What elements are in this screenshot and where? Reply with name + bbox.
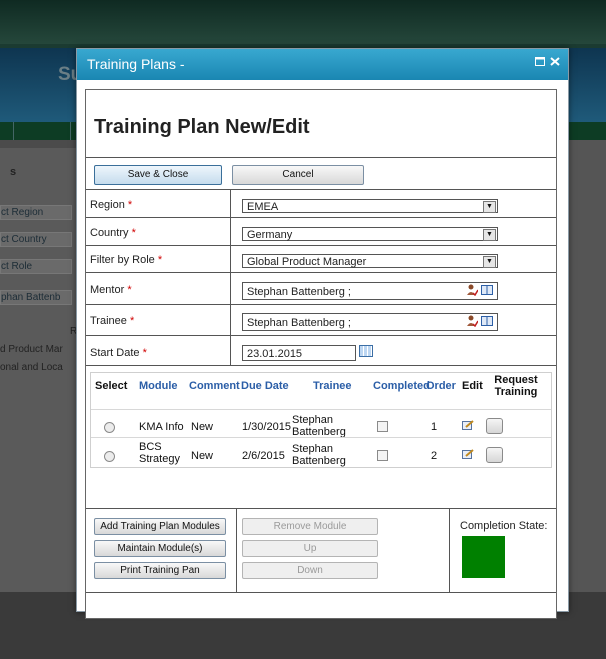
column-header-completed[interactable]: Completed xyxy=(373,380,430,392)
close-icon[interactable] xyxy=(550,57,560,66)
add-training-plan-modules-button[interactable]: Add Training Plan Modules xyxy=(94,518,226,535)
country-select[interactable]: Germany ▼ xyxy=(242,227,498,241)
mentor-label: Mentor * xyxy=(90,284,132,296)
move-up-button[interactable]: Up xyxy=(242,540,378,557)
region-label: Region * xyxy=(90,199,133,211)
maximize-icon[interactable] xyxy=(535,57,545,66)
background-nav-divider xyxy=(13,122,14,140)
row-order: 1 xyxy=(431,421,438,433)
divider xyxy=(86,157,556,158)
actions-divider xyxy=(236,508,237,592)
save-close-button[interactable]: Save & Close xyxy=(94,165,222,185)
divider xyxy=(86,592,556,593)
calendar-icon[interactable] xyxy=(359,345,373,357)
person-check-icon[interactable] xyxy=(466,284,481,299)
mentor-field[interactable]: Stephan Battenberg ; xyxy=(242,282,498,300)
dialog-title: Training Plans - xyxy=(87,56,185,72)
region-select[interactable]: EMEA ▼ xyxy=(242,199,498,213)
page-title: Training Plan New/Edit xyxy=(94,116,310,138)
address-book-icon[interactable] xyxy=(481,285,493,299)
background-left-text: onal and Loca xyxy=(0,362,63,373)
background-nav-divider xyxy=(70,122,71,140)
column-header-request-training: Request Training xyxy=(494,374,538,398)
dialog-titlebar[interactable]: Training Plans - xyxy=(77,49,568,80)
chevron-down-icon[interactable]: ▼ xyxy=(483,201,496,213)
role-select[interactable]: Global Product Manager ▼ xyxy=(242,254,498,268)
row-completed-checkbox[interactable] xyxy=(377,421,388,432)
column-header-comment[interactable]: Comment xyxy=(189,380,240,392)
training-modules-grid: Select Module Comment Due Date Trainee C… xyxy=(90,372,552,468)
trainee-field[interactable]: Stephan Battenberg ; xyxy=(242,313,498,331)
divider xyxy=(86,365,556,366)
background-top-bar xyxy=(0,0,606,44)
column-header-order[interactable]: Order xyxy=(426,380,456,392)
column-header-select: Select xyxy=(95,380,128,392)
background-left-title: s xyxy=(10,166,17,178)
maintain-modules-button[interactable]: Maintain Module(s) xyxy=(94,540,226,557)
background-left-item: ct Country xyxy=(0,232,72,247)
background-left-text: d Product Mar xyxy=(0,344,63,355)
completion-state-indicator xyxy=(462,536,505,578)
row-select-radio[interactable] xyxy=(104,451,115,462)
start-date-label: Start Date * xyxy=(90,347,147,359)
row-divider xyxy=(91,409,551,410)
column-header-due-date[interactable]: Due Date xyxy=(241,380,289,392)
print-training-plan-button[interactable]: Print Training Pan xyxy=(94,562,226,579)
country-label: Country * xyxy=(90,227,136,239)
divider xyxy=(86,245,556,246)
role-label: Filter by Role * xyxy=(90,254,163,266)
row-comment: New xyxy=(191,450,214,462)
divider xyxy=(86,189,556,190)
divider xyxy=(86,304,556,305)
start-date-input[interactable]: 23.01.2015 xyxy=(242,345,356,361)
row-comment: New xyxy=(191,421,214,433)
row-order: 2 xyxy=(431,450,438,462)
background-left-item: ct Role xyxy=(0,259,72,274)
row-module: KMA Info xyxy=(139,421,184,433)
divider xyxy=(86,217,556,218)
row-trainee: Stephan Battenberg xyxy=(292,414,346,438)
divider xyxy=(86,272,556,273)
row-completed-checkbox[interactable] xyxy=(377,450,388,461)
row-due-date: 1/30/2015 xyxy=(242,421,291,433)
divider xyxy=(86,335,556,336)
form-column-divider xyxy=(230,189,231,365)
request-training-button[interactable] xyxy=(486,447,503,463)
background-left-item: ct Region xyxy=(0,205,72,220)
column-header-module[interactable]: Module xyxy=(139,380,178,392)
chevron-down-icon[interactable]: ▼ xyxy=(483,256,496,268)
background-left-item: phan Battenb xyxy=(0,290,72,305)
row-due-date: 2/6/2015 xyxy=(242,450,285,462)
move-down-button[interactable]: Down xyxy=(242,562,378,579)
cancel-button[interactable]: Cancel xyxy=(232,165,364,185)
row-divider xyxy=(91,437,551,438)
training-plan-panel: Training Plan New/Edit Save & Close Canc… xyxy=(85,89,557,619)
actions-divider xyxy=(449,508,450,592)
completion-state-label: Completion State: xyxy=(460,520,548,532)
edit-icon[interactable] xyxy=(462,420,474,430)
address-book-icon[interactable] xyxy=(481,316,493,330)
training-plans-dialog: Training Plans - Training Plan New/Edit … xyxy=(76,48,569,619)
chevron-down-icon[interactable]: ▼ xyxy=(483,229,496,241)
divider xyxy=(86,508,556,509)
column-header-trainee[interactable]: Trainee xyxy=(313,380,352,392)
row-module: BCS Strategy xyxy=(139,441,180,465)
column-header-edit: Edit xyxy=(462,380,483,392)
row-select-radio[interactable] xyxy=(104,422,115,433)
edit-icon[interactable] xyxy=(462,449,474,459)
background-right-panel xyxy=(566,140,606,592)
trainee-label: Trainee * xyxy=(90,315,135,327)
remove-module-button[interactable]: Remove Module xyxy=(242,518,378,535)
request-training-button[interactable] xyxy=(486,418,503,434)
row-trainee: Stephan Battenberg xyxy=(292,443,346,467)
person-check-icon[interactable] xyxy=(466,315,481,330)
